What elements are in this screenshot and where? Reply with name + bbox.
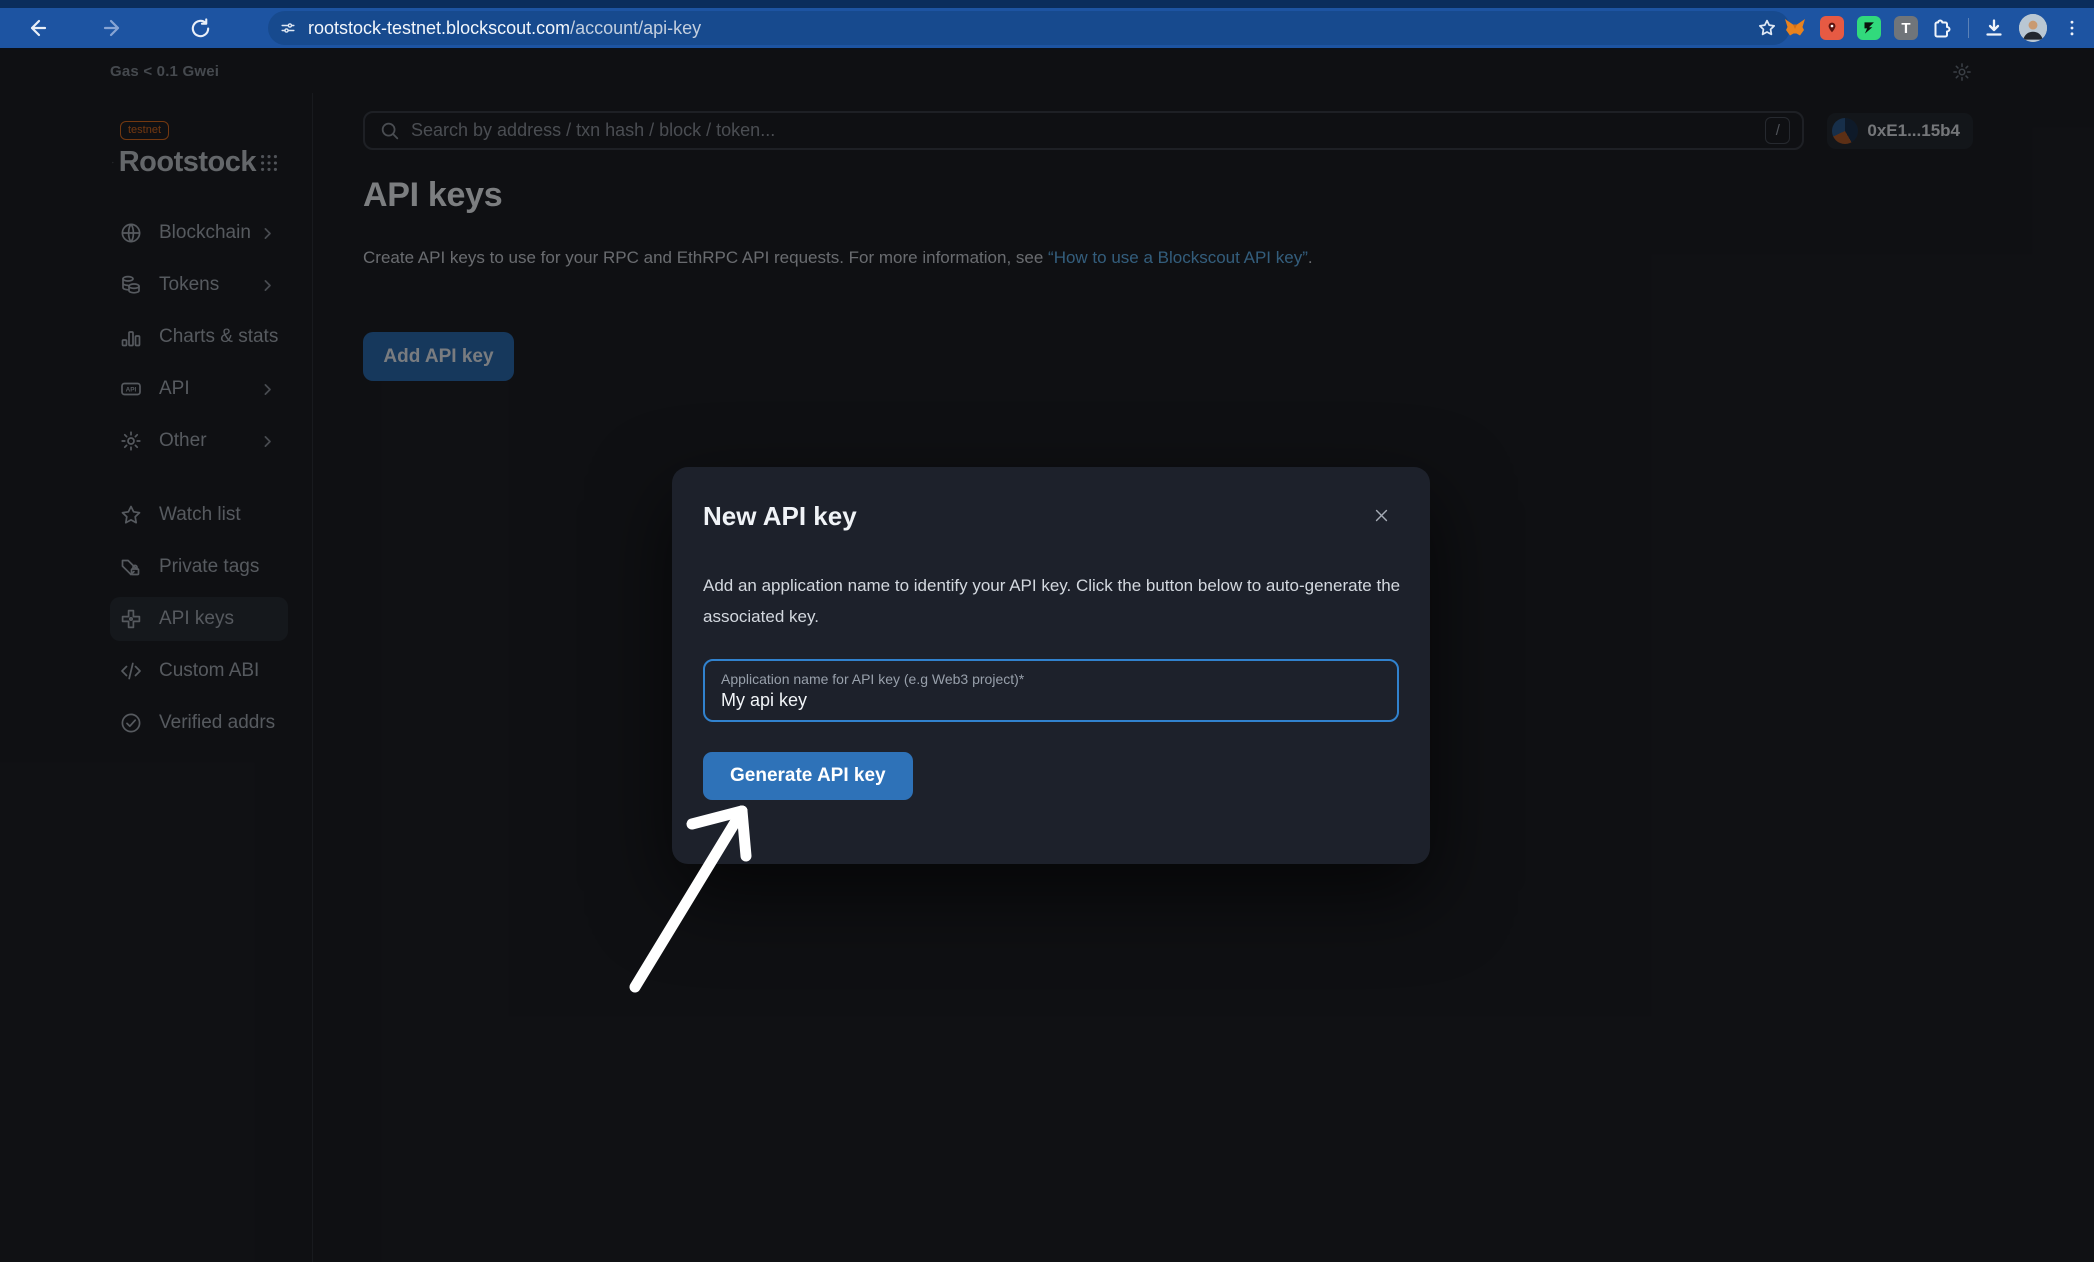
modal-close-button[interactable]: [1369, 503, 1394, 528]
url-path: /account/api-key: [570, 18, 701, 38]
blockscout-site: Gas < 0.1 Gwei testnet Rootstock Blockch…: [0, 50, 2094, 1262]
browser-toolbar: rootstock-testnet.blockscout.com/account…: [0, 8, 2094, 48]
extensions-area: T: [1783, 8, 2084, 48]
wallet-extension-button[interactable]: [1857, 16, 1881, 40]
modal-title: New API key: [703, 501, 857, 532]
puzzle-icon: [1931, 16, 1955, 40]
application-name-label: Application name for API key (e.g Web3 p…: [721, 671, 1381, 687]
url-bar[interactable]: rootstock-testnet.blockscout.com/account…: [268, 11, 1790, 45]
person-avatar-icon: [2019, 14, 2047, 42]
t-extension-glyph: T: [1901, 20, 1910, 37]
generate-api-key-button[interactable]: Generate API key: [703, 752, 913, 800]
browser-forward-button[interactable]: [94, 11, 134, 45]
pin-icon: [1823, 19, 1841, 37]
close-icon: [1373, 507, 1390, 524]
reload-icon: [189, 17, 212, 40]
modal-body-text: Add an application name to identify your…: [703, 570, 1406, 632]
browser-menu-button[interactable]: [2060, 16, 2084, 40]
url-host: rootstock-testnet.blockscout.com: [308, 18, 570, 38]
downloads-button[interactable]: [1982, 16, 2006, 40]
browser-reload-button[interactable]: [180, 11, 220, 45]
bookmark-button[interactable]: [1756, 17, 1778, 39]
toolbar-separator: [1968, 18, 1969, 38]
browser-back-button[interactable]: [16, 11, 56, 45]
url-text: rootstock-testnet.blockscout.com/account…: [308, 18, 701, 39]
star-icon: [1756, 17, 1778, 39]
modal-header: New API key: [672, 467, 1430, 532]
metamask-fox-icon: [1783, 15, 1807, 41]
application-name-field[interactable]: Application name for API key (e.g Web3 p…: [703, 659, 1399, 722]
extensions-menu-button[interactable]: [1931, 16, 1955, 40]
window-top-strip: [0, 0, 2094, 8]
pin-extension-button[interactable]: [1820, 16, 1844, 40]
kebab-menu-icon: [2062, 18, 2082, 38]
site-settings-icon[interactable]: [278, 18, 298, 38]
browser-chrome: rootstock-testnet.blockscout.com/account…: [0, 0, 2094, 50]
flag-bolt-icon: [1860, 19, 1878, 37]
t-extension-button[interactable]: T: [1894, 16, 1918, 40]
back-arrow-icon: [24, 16, 48, 40]
forward-arrow-icon: [102, 16, 126, 40]
browser-profile-avatar[interactable]: [2019, 14, 2047, 42]
download-icon: [1982, 16, 2006, 40]
new-api-key-modal: New API key Add an application name to i…: [672, 467, 1430, 864]
metamask-extension-button[interactable]: [1783, 16, 1807, 40]
application-name-input[interactable]: [721, 690, 1381, 711]
